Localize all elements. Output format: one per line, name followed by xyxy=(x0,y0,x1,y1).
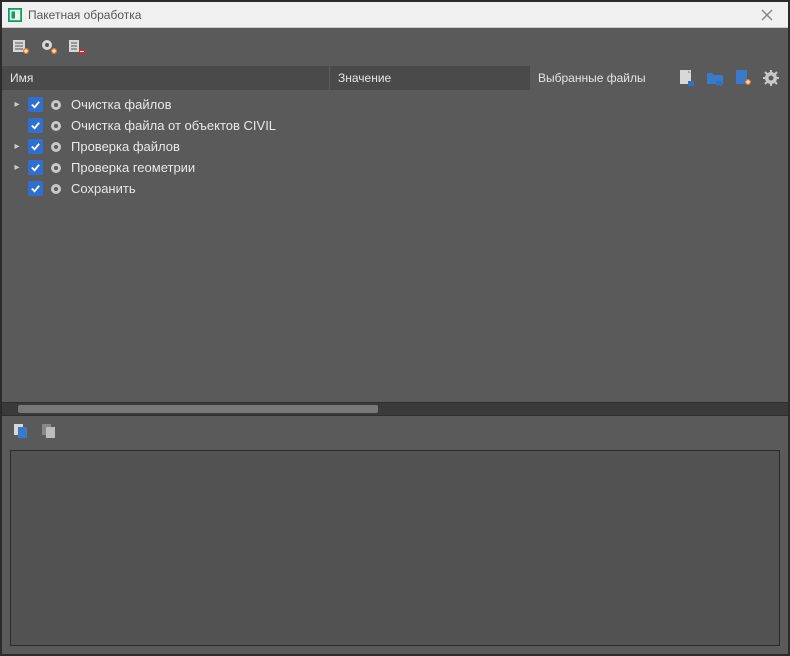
gear-icon xyxy=(49,161,63,175)
app-icon xyxy=(8,8,22,22)
grid-header: Имя Значение Выбранные файлы xyxy=(2,66,788,90)
gear-icon xyxy=(49,119,63,133)
bottom-toolbar xyxy=(2,416,788,446)
checkbox[interactable] xyxy=(28,139,43,154)
tree-item-label: Сохранить xyxy=(69,181,136,196)
top-toolbar xyxy=(2,28,788,66)
checkbox[interactable] xyxy=(28,160,43,175)
copy-alt-icon[interactable] xyxy=(40,422,58,440)
copy-icon[interactable] xyxy=(12,422,30,440)
checkbox[interactable] xyxy=(28,97,43,112)
settings-gear-icon[interactable] xyxy=(762,69,780,87)
tree-item-label: Проверка геометрии xyxy=(69,160,195,175)
checkbox[interactable] xyxy=(28,181,43,196)
output-pane xyxy=(10,450,780,646)
tree-row[interactable]: ▸ Очистка файлов xyxy=(2,94,788,115)
gear-icon xyxy=(49,182,63,196)
expand-icon[interactable]: ▸ xyxy=(12,141,22,152)
file-add-icon[interactable] xyxy=(734,69,752,87)
tree-item-label: Очистка файла от объектов CIVIL xyxy=(69,118,276,133)
tree-row[interactable]: Очистка файла от объектов CIVIL xyxy=(2,115,788,136)
tree-item-label: Очистка файлов xyxy=(69,97,171,112)
gear-icon xyxy=(49,140,63,154)
scrollbar-thumb[interactable] xyxy=(18,405,378,413)
checkbox[interactable] xyxy=(28,118,43,133)
window-close-button[interactable] xyxy=(752,4,782,26)
tree-item-label: Проверка файлов xyxy=(69,139,180,154)
tree-row[interactable]: ▸ Проверка файлов xyxy=(2,136,788,157)
column-header-name[interactable]: Имя xyxy=(2,66,330,90)
selected-files-label: Выбранные файлы xyxy=(538,71,670,85)
task-tree: ▸ Очистка файлов Очистка файла от объект… xyxy=(2,90,788,203)
folder-icon[interactable] xyxy=(706,69,724,87)
titlebar: Пакетная обработка xyxy=(2,2,788,28)
expand-icon[interactable]: ▸ xyxy=(12,162,22,173)
gear-add-icon[interactable] xyxy=(40,38,58,56)
horizontal-scrollbar[interactable] xyxy=(2,402,788,416)
file-icon[interactable] xyxy=(678,69,696,87)
column-header-value[interactable]: Значение xyxy=(330,66,530,90)
list-remove-icon[interactable] xyxy=(68,38,86,56)
tree-row[interactable]: Сохранить xyxy=(2,178,788,199)
gear-icon xyxy=(49,98,63,112)
tree-row[interactable]: ▸ Проверка геометрии xyxy=(2,157,788,178)
window-title: Пакетная обработка xyxy=(28,8,752,22)
list-icon[interactable] xyxy=(12,38,30,56)
expand-icon[interactable]: ▸ xyxy=(12,99,22,110)
